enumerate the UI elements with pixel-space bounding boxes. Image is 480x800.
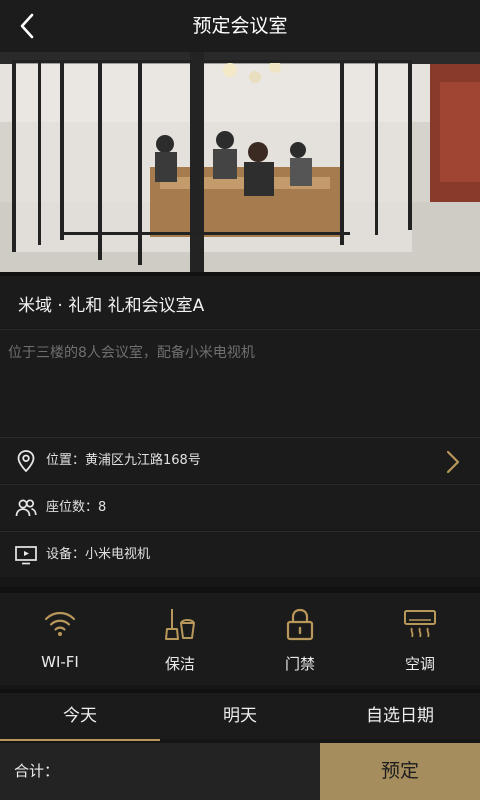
date-tabs: 今天 明天 自选日期 <box>0 689 480 741</box>
equipment-text: 设备：小米电视机 <box>46 547 151 562</box>
amenity-cleaning: 保洁 <box>120 593 240 685</box>
wifi-icon <box>44 611 76 636</box>
seats-text: 座位数：8 <box>46 500 107 515</box>
amenity-label: 空调 <box>404 655 435 673</box>
location-pin-icon <box>17 450 35 473</box>
air-conditioner-icon <box>404 610 436 638</box>
room-name: 米域 · 礼和 礼和会议室A <box>0 272 480 328</box>
lock-icon <box>286 608 314 641</box>
cleaning-icon <box>165 609 195 640</box>
amenity-label: 门禁 <box>284 655 315 673</box>
amenity-air-conditioning: 空调 <box>360 593 480 685</box>
location-text: 位置：黄浦区九江路168号 <box>46 453 201 468</box>
amenities-bar: WI-FI 保洁 门禁 空调 <box>0 587 480 685</box>
amenity-wifi: WI-FI <box>0 593 120 685</box>
total-label: 合计： <box>14 762 60 780</box>
tab-custom-date[interactable]: 自选日期 <box>320 693 480 739</box>
room-photo <box>0 52 480 272</box>
monitor-icon <box>15 546 37 565</box>
people-icon <box>15 499 37 517</box>
amenity-label: WI-FI <box>41 653 79 671</box>
location-row[interactable]: 位置：黄浦区九江路168号 <box>0 437 480 483</box>
page-title: 预定会议室 <box>192 15 288 37</box>
equipment-row: 设备：小米电视机 <box>0 531 480 577</box>
amenity-access-control: 门禁 <box>240 593 360 685</box>
footer-bar: 合计： 预定 <box>0 743 480 800</box>
tab-tomorrow[interactable]: 明天 <box>160 693 320 739</box>
room-description: 位于三楼的8人会议室，配备小米电视机 <box>8 345 255 361</box>
seats-row: 座位数：8 <box>0 484 480 530</box>
tab-today[interactable]: 今天 <box>0 693 160 741</box>
room-description-box: 位于三楼的8人会议室，配备小米电视机 <box>0 329 480 437</box>
nav-bar: 预定会议室 <box>0 0 480 52</box>
book-button[interactable]: 预定 <box>320 743 480 800</box>
amenity-label: 保洁 <box>164 655 195 673</box>
chevron-right-icon <box>446 450 460 474</box>
